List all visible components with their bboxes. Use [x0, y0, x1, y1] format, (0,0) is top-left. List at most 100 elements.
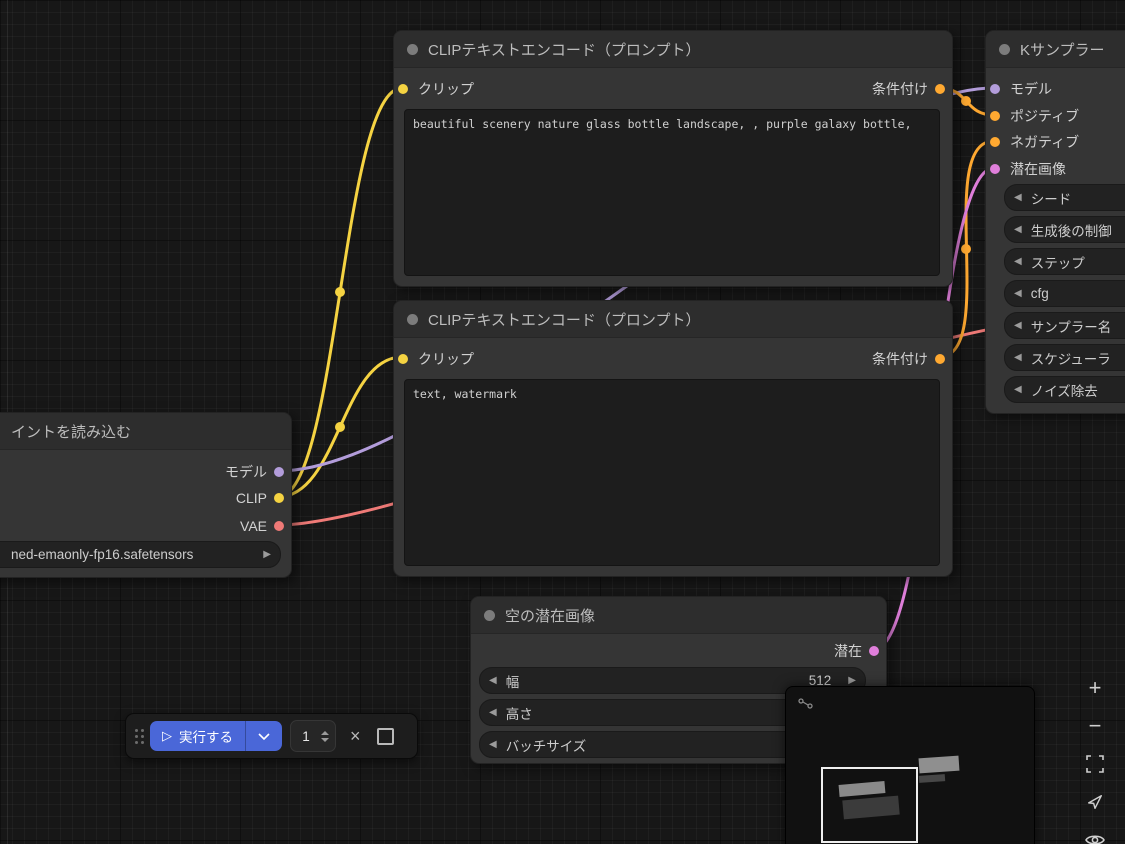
node-graph-canvas[interactable]: CLIPテキストエンコード（プロンプト） クリップ 条件付け beautiful… — [0, 0, 1125, 844]
sampler-name-widget[interactable]: ◀ サンプラー名 — [1004, 312, 1125, 339]
minimap-links-icon[interactable] — [798, 697, 814, 715]
node-title: CLIPテキストエンコード（プロンプト） — [428, 41, 701, 59]
node-clip-text-encode-positive[interactable]: CLIPテキストエンコード（プロンプト） クリップ 条件付け beautiful… — [393, 30, 953, 287]
widget-label: シード — [1030, 191, 1072, 207]
zoom-in-button[interactable]: + — [1083, 676, 1107, 700]
model-input-port[interactable] — [990, 84, 1000, 94]
wire-midpoint-dot — [961, 244, 971, 254]
stop-button[interactable] — [376, 727, 394, 745]
stepper-up-icon[interactable] — [321, 730, 329, 735]
node-title: Kサンプラー — [1020, 41, 1105, 59]
collapse-dot-icon[interactable] — [484, 609, 495, 621]
io-row: VAE — [0, 515, 291, 537]
output-label: 条件付け — [872, 81, 928, 97]
conditioning-output-port[interactable] — [935, 354, 945, 364]
canvas-nav-toolbar: + − — [1078, 676, 1112, 844]
run-toolbar: ▷ 実行する 1 × — [125, 713, 418, 759]
io-row: クリップ 条件付け — [394, 348, 952, 370]
widget-left-arrow-icon[interactable]: ◀ — [1005, 256, 1031, 267]
minimap-node-thumb — [918, 774, 946, 783]
widget-left-arrow-icon[interactable]: ◀ — [480, 739, 506, 750]
node-title-bar[interactable]: CLIPテキストエンコード（プロンプト） — [394, 301, 952, 338]
input-label: ポジティブ — [1010, 108, 1080, 124]
widget-label: サンプラー名 — [1030, 319, 1112, 335]
denoise-widget[interactable]: ◀ ノイズ除去 — [1004, 376, 1125, 403]
widget-label: ステップ — [1030, 255, 1085, 271]
positive-input-port[interactable] — [990, 111, 1000, 121]
widget-left-arrow-icon[interactable]: ◀ — [1005, 384, 1031, 395]
pan-navigate-button[interactable] — [1083, 790, 1107, 814]
node-load-checkpoint[interactable]: イントを読み込む モデル CLIP VAE ned-emaonly-fp16.s… — [0, 412, 292, 578]
output-label: 条件付け — [872, 351, 928, 367]
widget-label: ノイズ除去 — [1030, 383, 1098, 399]
widget-left-arrow-icon[interactable]: ◀ — [1005, 224, 1031, 235]
run-button[interactable]: ▷ 実行する — [150, 721, 282, 751]
clip-output-port[interactable] — [274, 493, 284, 503]
input-label: 潜在画像 — [1010, 161, 1066, 177]
widget-right-arrow-icon[interactable]: ▶ — [839, 675, 865, 686]
control-after-generate-widget[interactable]: ◀ 生成後の制御 — [1004, 216, 1125, 243]
widget-left-arrow-icon[interactable]: ◀ — [1005, 288, 1031, 299]
latent-input-port[interactable] — [990, 164, 1000, 174]
widget-label: cfg — [1030, 286, 1049, 301]
widget-left-arrow-icon[interactable]: ◀ — [480, 675, 506, 686]
collapse-dot-icon[interactable] — [999, 43, 1010, 55]
vae-output-port[interactable] — [274, 521, 284, 531]
io-row: ネガティブ — [986, 131, 1125, 153]
node-title-bar[interactable]: イントを読み込む — [0, 413, 291, 450]
conditioning-output-port[interactable] — [935, 84, 945, 94]
toolbar-drag-handle-icon[interactable] — [132, 728, 146, 744]
prompt-textarea[interactable]: text, watermark — [404, 379, 940, 566]
widget-left-arrow-icon[interactable]: ◀ — [480, 707, 506, 718]
negative-input-port[interactable] — [990, 137, 1000, 147]
seed-widget[interactable]: ◀ シード — [1004, 184, 1125, 211]
combo-next-arrow-icon[interactable]: ▶ — [254, 549, 280, 560]
model-output-port[interactable] — [274, 467, 284, 477]
node-ksampler[interactable]: Kサンプラー モデル ポジティブ ネガティブ 潜在画像 ◀ シード ◀ 生成後の… — [985, 30, 1125, 414]
minimap-panel[interactable] — [785, 686, 1035, 844]
run-options-chevron-down-icon[interactable] — [246, 732, 282, 740]
minimap-node-thumb — [918, 755, 960, 774]
collapse-dot-icon[interactable] — [407, 313, 418, 325]
clip-input-port[interactable] — [398, 354, 408, 364]
stepper-down-icon[interactable] — [321, 737, 329, 742]
widget-label: スケジューラ — [1030, 351, 1111, 367]
widget-left-arrow-icon[interactable]: ◀ — [1005, 192, 1031, 203]
collapse-dot-icon[interactable] — [407, 43, 418, 55]
widget-left-arrow-icon[interactable]: ◀ — [1005, 320, 1031, 331]
io-row: 潜在 — [471, 640, 886, 662]
steps-widget[interactable]: ◀ ステップ — [1004, 248, 1125, 275]
output-label: モデル — [225, 464, 267, 480]
io-row: 潜在画像 — [986, 158, 1125, 180]
latent-output-port[interactable] — [869, 646, 879, 656]
visibility-eye-button[interactable] — [1083, 828, 1107, 844]
zoom-out-button[interactable]: − — [1083, 714, 1107, 738]
stepper-carets[interactable] — [321, 730, 335, 742]
fit-view-button[interactable] — [1083, 752, 1107, 776]
input-label: クリップ — [418, 351, 474, 367]
node-title-bar[interactable]: CLIPテキストエンコード（プロンプト） — [394, 31, 952, 68]
node-clip-text-encode-negative[interactable]: CLIPテキストエンコード（プロンプト） クリップ 条件付け text, wat… — [393, 300, 953, 577]
run-button-label: 実行する — [179, 730, 233, 745]
wire-midpoint-dot — [335, 422, 345, 432]
node-title-bar[interactable]: Kサンプラー — [986, 31, 1125, 68]
clear-queue-button[interactable]: × — [350, 727, 361, 745]
scheduler-widget[interactable]: ◀ スケジューラ — [1004, 344, 1125, 371]
input-label: ネガティブ — [1010, 134, 1080, 150]
widget-left-arrow-icon[interactable]: ◀ — [1005, 352, 1031, 363]
minimap-viewport-rect[interactable] — [821, 767, 918, 843]
batch-count-stepper[interactable]: 1 — [290, 720, 336, 752]
cfg-widget[interactable]: ◀ cfg — [1004, 280, 1125, 307]
prompt-textarea[interactable]: beautiful scenery nature glass bottle la… — [404, 109, 940, 276]
play-icon: ▷ — [162, 728, 172, 743]
node-title: イントを読み込む — [11, 423, 132, 441]
clip-input-port[interactable] — [398, 84, 408, 94]
node-title-bar[interactable]: 空の潜在画像 — [471, 597, 886, 634]
output-label: 潜在 — [834, 643, 862, 659]
input-label: クリップ — [418, 81, 474, 97]
input-label: モデル — [1010, 81, 1052, 97]
node-title: CLIPテキストエンコード（プロンプト） — [428, 311, 701, 329]
node-title: 空の潜在画像 — [505, 607, 596, 625]
wire-midpoint-dot — [961, 96, 971, 106]
ckpt-name-combo-widget[interactable]: ned-emaonly-fp16.safetensors ▶ — [0, 541, 281, 568]
